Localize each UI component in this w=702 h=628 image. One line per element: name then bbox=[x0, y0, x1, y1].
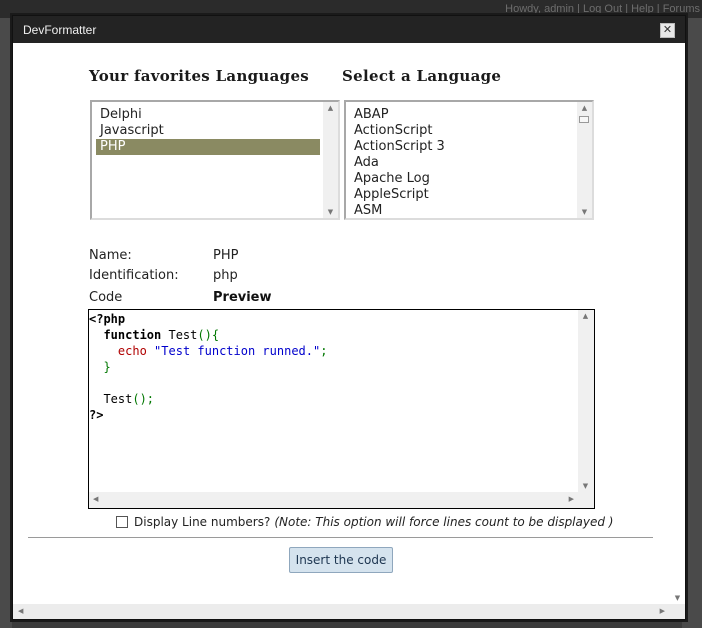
code-line: function Test(){ bbox=[103, 328, 220, 342]
list-item[interactable]: Ada bbox=[350, 155, 574, 171]
list-item[interactable]: ActionScript bbox=[350, 123, 574, 139]
line-numbers-option: Display Line numbers? (Note: This option… bbox=[116, 515, 613, 529]
code-preview[interactable]: <?php function Test(){ echo "Test functi… bbox=[88, 309, 595, 509]
list-item[interactable]: Apache Log bbox=[350, 171, 574, 187]
code-preview-text: <?php function Test(){ echo "Test functi… bbox=[89, 310, 578, 492]
list-item[interactable]: AppleScript bbox=[350, 187, 574, 203]
line-numbers-note: (Note: This option will force lines coun… bbox=[274, 515, 614, 529]
devformatter-dialog: DevFormatter ✕ Your favorites Languages … bbox=[12, 15, 686, 620]
name-value: PHP bbox=[213, 248, 239, 263]
dialog-title: DevFormatter bbox=[23, 23, 97, 37]
name-label: Name: bbox=[89, 248, 132, 263]
languages-items: ABAP ActionScript ActionScript 3 Ada Apache … bbox=[350, 107, 574, 219]
scroll-left-icon[interactable]: ◀ bbox=[18, 607, 23, 615]
languages-scrollbar[interactable]: ▲ ▼ bbox=[577, 102, 592, 218]
scroll-up-icon[interactable]: ▲ bbox=[577, 104, 592, 112]
code-line: echo "Test function runned."; bbox=[117, 344, 328, 358]
insert-code-button[interactable]: Insert the code bbox=[289, 547, 393, 573]
select-language-heading: Select a Language bbox=[342, 67, 502, 85]
line-numbers-checkbox[interactable] bbox=[116, 516, 128, 528]
list-item[interactable]: PHP bbox=[96, 139, 320, 155]
line-numbers-label[interactable]: Display Line numbers? bbox=[134, 515, 270, 529]
code-label: Code bbox=[89, 290, 123, 305]
scroll-up-icon[interactable]: ▲ bbox=[323, 104, 338, 112]
dialog-titlebar: DevFormatter ✕ bbox=[13, 16, 685, 43]
list-item[interactable]: Delphi bbox=[96, 107, 320, 123]
divider bbox=[28, 537, 653, 538]
scroll-down-icon[interactable]: ▼ bbox=[578, 482, 593, 490]
code-line: } bbox=[103, 360, 111, 374]
favorites-heading: Your favorites Languages bbox=[89, 67, 310, 85]
favorites-listbox[interactable]: Delphi Javascript PHP ▲ ▼ bbox=[90, 100, 340, 220]
scroll-thumb[interactable] bbox=[579, 116, 589, 123]
languages-listbox[interactable]: ABAP ActionScript ActionScript 3 Ada Apache … bbox=[344, 100, 594, 220]
identification-value: php bbox=[213, 268, 238, 283]
list-item[interactable]: ActionScript 3 bbox=[350, 139, 574, 155]
scroll-right-icon[interactable]: ▶ bbox=[569, 495, 574, 503]
scroll-down-icon[interactable]: ▼ bbox=[577, 208, 592, 216]
scroll-up-icon[interactable]: ▲ bbox=[578, 312, 593, 320]
background-left-edge bbox=[0, 18, 12, 628]
background-admin-links: Howdy, admin | Log Out | Help | Forums bbox=[505, 3, 700, 15]
dialog-content: Your favorites Languages Select a Langua… bbox=[13, 43, 685, 619]
code-line: <?php bbox=[89, 312, 126, 326]
list-item[interactable]: ASM bbox=[350, 203, 574, 219]
dialog-vertical-scrollbar[interactable]: ▼ bbox=[670, 43, 685, 604]
dialog-horizontal-scrollbar[interactable]: ◀ ▶ bbox=[13, 604, 670, 619]
scroll-corner bbox=[578, 492, 594, 508]
preview-label: Preview bbox=[213, 290, 272, 305]
code-line: ?> bbox=[89, 408, 104, 422]
scroll-left-icon[interactable]: ◀ bbox=[93, 495, 98, 503]
scroll-down-icon[interactable]: ▼ bbox=[670, 594, 685, 602]
dialog-scroll-corner bbox=[670, 604, 685, 619]
favorites-scrollbar[interactable]: ▲ ▼ bbox=[323, 102, 338, 218]
favorites-items: Delphi Javascript PHP bbox=[96, 107, 320, 155]
scroll-down-icon[interactable]: ▼ bbox=[323, 208, 338, 216]
identification-label: Identification: bbox=[89, 268, 179, 283]
close-icon[interactable]: ✕ bbox=[660, 23, 675, 38]
code-line: Test(); bbox=[103, 392, 155, 406]
code-vertical-scrollbar[interactable]: ▲ ▼ bbox=[578, 310, 594, 492]
list-item[interactable]: ABAP bbox=[350, 107, 574, 123]
list-item[interactable]: Javascript bbox=[96, 123, 320, 139]
scroll-right-icon[interactable]: ▶ bbox=[660, 607, 665, 615]
code-horizontal-scrollbar[interactable]: ◀ ▶ bbox=[89, 492, 578, 508]
